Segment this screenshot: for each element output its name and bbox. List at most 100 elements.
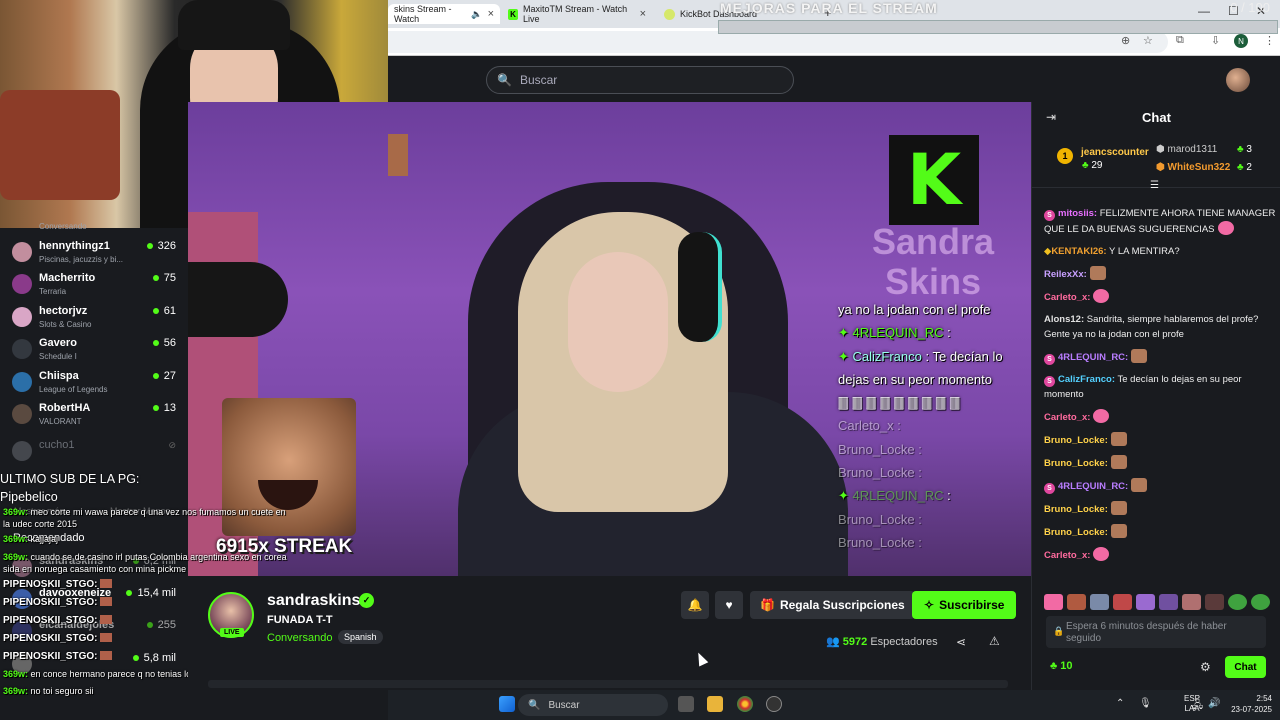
chat-panel: ⇥ Chat 1 jeancscounter ♣ 29 ⬢ marod1311 … — [1031, 102, 1280, 690]
windows-start-icon[interactable] — [499, 696, 515, 712]
avatar — [12, 339, 32, 359]
chat-input-placeholder: Espera 6 minutos después de haber seguid… — [1066, 621, 1227, 644]
close-tab-icon[interactable]: × — [640, 8, 646, 20]
viewer-count: 56 — [153, 337, 176, 349]
tab-label: MaxitoTM Stream - Watch Live — [522, 4, 628, 24]
sidebar-item[interactable]: hennythingz1 Piscinas, jacuzzis y bi... … — [12, 238, 182, 270]
chat-title: Chat — [1142, 110, 1171, 125]
file-explorer-icon[interactable] — [707, 696, 723, 712]
report-warning-icon[interactable]: ⚠ — [989, 634, 1000, 648]
neon-sign: Sandra Skins — [871, 221, 995, 302]
video-player[interactable]: K Sandra Skins 6915x STREAK ya no la jod… — [188, 102, 1031, 576]
emote-icon[interactable] — [1113, 594, 1132, 610]
sidebar-item[interactable]: RobertHA VALORANT 13 — [12, 400, 182, 432]
subscribe-button[interactable]: ✧ Suscribirse — [912, 591, 1017, 619]
emote-icon[interactable] — [1044, 594, 1063, 610]
share-icon[interactable]: ⋖ — [956, 635, 966, 649]
network-icon[interactable]: 🖧 — [1192, 698, 1203, 715]
obs-icon[interactable] — [766, 696, 782, 712]
tab-maxitotm[interactable]: K MaxitoTM Stream - Watch Live × — [502, 4, 652, 24]
lock-icon: 🔒 — [1053, 626, 1065, 636]
gift-subs-button[interactable]: 🎁 Regala Suscripciones — [750, 591, 915, 619]
viewer-count: 61 — [153, 305, 176, 317]
video-chat-overlay: ya no la jodan con el profe ✦ 4RLEQUIN_R… — [838, 298, 1031, 554]
taskbar-search[interactable]: 🔍 Buscar — [518, 694, 668, 716]
page-scroll-region — [208, 680, 1008, 688]
sidebar-item[interactable]: Chiispa League of Legends 27 — [12, 368, 182, 400]
language-tag[interactable]: Spanish — [338, 630, 383, 644]
webcam-sofa — [0, 90, 120, 200]
chat-message: Alons12: Sandrita, siempre hablaremos de… — [1044, 314, 1259, 340]
stream-title: FUNADA T-T — [267, 614, 333, 626]
webcam-beanie — [178, 0, 290, 50]
expand-leaderboard-icon[interactable]: ☰ — [1150, 180, 1159, 191]
avatar — [12, 242, 32, 262]
notifications-bell-button[interactable]: 🔔 — [681, 591, 709, 619]
chat-message: ReilexXx: — [1044, 266, 1276, 282]
chrome-icon[interactable] — [737, 696, 753, 712]
overlay-chat-line: 369w: cuando se de casino irl putas Colo… — [3, 552, 287, 574]
tray-chevron-icon[interactable]: ⌃ — [1116, 698, 1124, 709]
gifter-leaderboard: 1 jeancscounter ♣ 29 ⬢ marod1311 ♣ 3 ⬢ W… — [1032, 136, 1280, 191]
star-icon: ✧ — [924, 598, 935, 612]
overlay-chat-line: Bruno_Locke : — [838, 441, 922, 457]
user-avatar[interactable] — [1226, 68, 1250, 92]
leader-first[interactable]: 1 — [1057, 148, 1073, 164]
channel-points[interactable]: ♣ 10 — [1050, 660, 1073, 672]
channel-name: cucho1 — [39, 439, 75, 451]
sidebar-item[interactable]: Gavero Schedule I 56 — [12, 335, 182, 367]
overlay-chat-line: Bruno_Locke : — [838, 511, 922, 527]
microphone-icon[interactable]: 🎙 — [1139, 698, 1152, 709]
follow-heart-button[interactable]: ♥ — [715, 591, 743, 619]
sidebar-item[interactable]: Macherrito Terraria 75 — [12, 270, 182, 302]
profile-icon[interactable]: N — [1234, 34, 1248, 48]
mute-icon[interactable]: 🔈 — [471, 9, 482, 20]
channel-category: Piscinas, jacuzzis y bi... — [39, 255, 124, 264]
chat-message: S 4RLEQUIN_RC: — [1044, 478, 1276, 494]
viewer-count: 27 — [153, 370, 176, 382]
overlay-chat-line: ✦ 4RLEQUIN_RC : — [838, 325, 951, 341]
overlay-chat-line: 369w: meo corte mi wawa parece q una vez… — [3, 507, 286, 529]
gear-icon[interactable]: ⚙ — [1200, 660, 1211, 674]
task-view-icon[interactable] — [678, 696, 694, 712]
viewer-count-display: 👥 5972 Espectadores — [826, 635, 938, 648]
video-face — [568, 252, 668, 392]
volume-icon[interactable]: 🔊 — [1208, 698, 1220, 709]
emote-icon[interactable] — [1090, 594, 1109, 610]
overlay-chat-line: ya no la jodan con el profe — [838, 302, 991, 317]
emote-icon[interactable] — [1182, 594, 1201, 610]
overlay-chat-line: 369w: kajjajaj — [3, 534, 59, 544]
gift-subs-label: Regala Suscripciones — [779, 598, 905, 612]
overlay-chat-line: ✦ CalizFranco : Te decían lo — [838, 348, 1003, 364]
emote-icon[interactable] — [1228, 594, 1247, 610]
emote-icon[interactable] — [1251, 594, 1270, 610]
channel-name: Chiispa — [39, 370, 79, 382]
close-tab-icon[interactable]: × — [488, 8, 494, 20]
stream-category-link[interactable]: Conversando — [267, 632, 332, 644]
search-input[interactable]: 🔍 Buscar — [486, 66, 794, 94]
bell-icon: 🔔 — [687, 598, 703, 612]
leader-third[interactable]: ⬢ WhiteSun322 — [1156, 162, 1230, 173]
emote-icon[interactable] — [1136, 594, 1155, 610]
leader-second[interactable]: ⬢ marod1311 — [1156, 144, 1217, 155]
chat-input[interactable]: 🔒 Espera 6 minutos después de haber segu… — [1046, 616, 1266, 648]
clock[interactable]: 2:54 23-07-2025 — [1224, 693, 1272, 715]
streamer-name[interactable]: sandraskins — [267, 592, 360, 610]
emote-icon[interactable] — [1159, 594, 1178, 610]
search-icon: 🔍 — [497, 73, 512, 87]
tab-sandraskins[interactable]: skins Stream - Watch 🔈 × — [388, 4, 500, 24]
goal-title: MEJORAS PARA EL STREAM — [720, 0, 938, 16]
chat-message: S 4RLEQUIN_RC: — [1044, 349, 1276, 365]
viewers-icon: 👥 — [826, 636, 840, 648]
last-sub-label: ULTIMO SUB DE LA PG: — [0, 472, 140, 486]
chat-send-button[interactable]: Chat — [1225, 656, 1266, 678]
avatar — [12, 274, 32, 294]
sidebar-item[interactable]: hectorjvz Slots & Casino 61 — [12, 303, 182, 335]
leader-count: ♣ 29 — [1082, 160, 1103, 171]
sidebar-item[interactable]: cucho1 ⊘ — [12, 437, 182, 469]
avatar — [12, 441, 32, 461]
channel-name: hectorjvz — [39, 305, 88, 317]
emote-icon[interactable] — [1205, 594, 1224, 610]
taskbar-search-label: Buscar — [548, 699, 580, 711]
emote-icon[interactable] — [1067, 594, 1086, 610]
